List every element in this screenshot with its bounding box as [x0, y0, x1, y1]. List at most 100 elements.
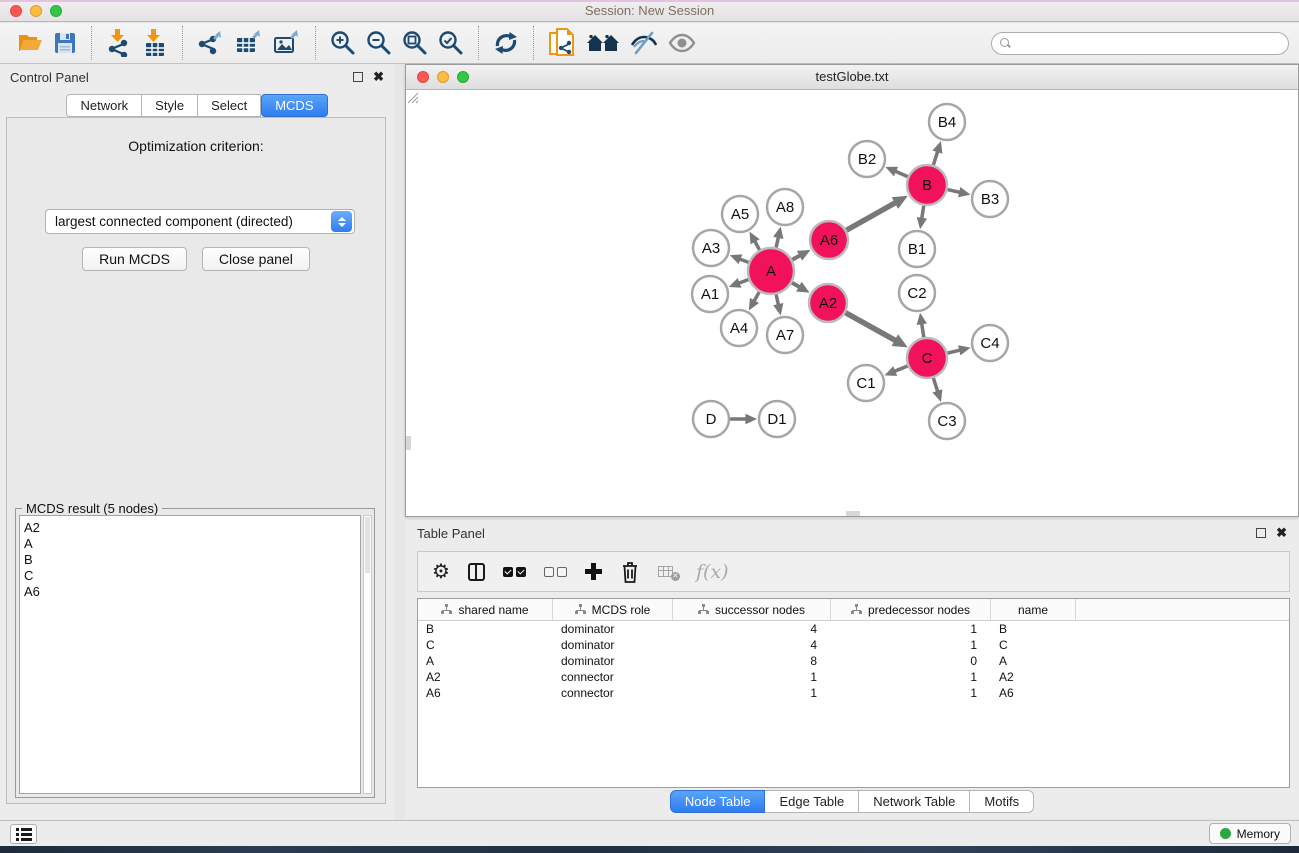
save-session-button[interactable] — [53, 26, 77, 60]
tab-network-table[interactable]: Network Table — [859, 790, 970, 813]
cell-mcds-role[interactable]: connector — [553, 685, 673, 701]
select-all-columns-button[interactable] — [503, 567, 526, 577]
export-image-button[interactable] — [273, 26, 301, 60]
cell-name[interactable]: A2 — [991, 669, 1076, 685]
edge-line[interactable] — [933, 378, 937, 392]
cell-shared-name[interactable]: B — [418, 621, 553, 637]
create-column-button[interactable] — [585, 563, 602, 580]
edge-line[interactable] — [776, 294, 778, 305]
edge-line[interactable] — [739, 279, 749, 283]
edge-line[interactable] — [947, 190, 960, 193]
edge-line[interactable] — [740, 259, 749, 262]
delete-table-button[interactable]: ✕ — [658, 565, 678, 579]
table-row[interactable]: C dominator 4 1 C — [418, 637, 1289, 653]
close-panel-button[interactable]: Close panel — [202, 247, 310, 271]
open-session-button[interactable] — [17, 26, 43, 60]
list-item[interactable]: C — [24, 568, 360, 584]
cell-name[interactable]: A — [991, 653, 1076, 669]
edge-line[interactable] — [894, 366, 907, 371]
network-window-titlebar[interactable]: testGlobe.txt — [406, 65, 1298, 90]
hide-selected-button[interactable] — [630, 26, 658, 60]
cell-mcds-role[interactable]: dominator — [553, 653, 673, 669]
cell-shared-name[interactable]: A — [418, 653, 553, 669]
close-panel-icon[interactable]: ✖ — [373, 72, 384, 82]
cell-successors[interactable]: 4 — [673, 621, 831, 637]
cell-predecessors[interactable]: 1 — [831, 685, 991, 701]
float-table-panel-icon[interactable] — [1256, 528, 1266, 538]
cell-name[interactable]: C — [991, 637, 1076, 653]
tab-node-table[interactable]: Node Table — [670, 790, 766, 813]
list-item[interactable]: A2 — [24, 520, 360, 536]
delete-column-button[interactable] — [620, 560, 640, 584]
first-neighbors-button[interactable] — [586, 26, 620, 60]
edge-line[interactable] — [922, 206, 924, 219]
scrollbar-thumb[interactable] — [365, 517, 370, 573]
cell-shared-name[interactable]: C — [418, 637, 553, 653]
float-panel-icon[interactable] — [353, 72, 363, 82]
table-row[interactable]: A dominator 8 0 A — [418, 653, 1289, 669]
export-network-button[interactable] — [197, 26, 225, 60]
zoom-in-button[interactable] — [330, 26, 356, 60]
column-header[interactable]: successor nodes — [673, 599, 831, 620]
import-table-button[interactable] — [142, 26, 168, 60]
cell-successors[interactable]: 1 — [673, 669, 831, 685]
edge-line[interactable] — [933, 151, 937, 165]
cell-shared-name[interactable]: A6 — [418, 685, 553, 701]
function-builder-button[interactable]: f(x) — [696, 561, 729, 583]
cell-predecessors[interactable]: 1 — [831, 669, 991, 685]
memory-button[interactable]: Memory — [1209, 823, 1291, 844]
mcds-result-list[interactable]: A2 A B C A6 — [19, 515, 361, 794]
cell-predecessors[interactable]: 1 — [831, 637, 991, 653]
optimization-criterion-select[interactable]: largest connected component (directed) — [45, 209, 355, 234]
zoom-out-button[interactable] — [366, 26, 392, 60]
cell-mcds-role[interactable]: dominator — [553, 621, 673, 637]
edge-line[interactable] — [845, 313, 895, 341]
run-mcds-button[interactable]: Run MCDS — [82, 247, 187, 271]
tab-style[interactable]: Style — [142, 94, 198, 117]
edge-line[interactable] — [755, 241, 760, 250]
list-item[interactable]: B — [24, 552, 360, 568]
tab-edge-table[interactable]: Edge Table — [765, 790, 859, 813]
export-table-button[interactable] — [235, 26, 263, 60]
network-canvas[interactable]: AA1A2A3A4A5A6A7A8BB1B2B3B4CC1C2C3C4DD1 — [406, 91, 1298, 516]
edge-line[interactable] — [792, 283, 800, 287]
table-row[interactable]: B dominator 4 1 B — [418, 621, 1289, 637]
import-network-button[interactable] — [106, 26, 132, 60]
close-table-panel-icon[interactable]: ✖ — [1276, 528, 1287, 538]
apply-layout-button[interactable] — [493, 26, 519, 60]
edge-line[interactable] — [846, 203, 895, 231]
cell-mcds-role[interactable]: dominator — [553, 637, 673, 653]
clone-network-button[interactable] — [548, 26, 576, 60]
cell-successors[interactable]: 8 — [673, 653, 831, 669]
edge-line[interactable] — [792, 255, 800, 259]
tab-network[interactable]: Network — [66, 94, 142, 117]
horizontal-scroll-thumb[interactable] — [846, 511, 860, 516]
show-all-button[interactable] — [668, 26, 696, 60]
column-header[interactable]: shared name — [418, 599, 553, 620]
cell-successors[interactable]: 4 — [673, 637, 831, 653]
cell-name[interactable]: B — [991, 621, 1076, 637]
cell-successors[interactable]: 1 — [673, 685, 831, 701]
result-list-scrollbar[interactable] — [363, 515, 372, 794]
table-row[interactable]: A6 connector 1 1 A6 — [418, 685, 1289, 701]
task-history-button[interactable] — [10, 824, 37, 844]
list-item[interactable]: A — [24, 536, 360, 552]
resize-grip[interactable] — [406, 91, 419, 104]
vertical-scroll-thumb[interactable] — [406, 436, 411, 450]
edge-line[interactable] — [947, 350, 960, 353]
column-header[interactable]: name — [991, 599, 1076, 620]
edge-line[interactable] — [754, 292, 759, 301]
cell-name[interactable]: A6 — [991, 685, 1076, 701]
tab-motifs[interactable]: Motifs — [970, 790, 1034, 813]
zoom-selected-button[interactable] — [438, 26, 464, 60]
column-header[interactable]: predecessor nodes — [831, 599, 991, 620]
show-columns-button[interactable] — [468, 563, 485, 581]
edge-line[interactable] — [776, 237, 778, 248]
cell-predecessors[interactable]: 1 — [831, 621, 991, 637]
table-row[interactable]: A2 connector 1 1 A2 — [418, 669, 1289, 685]
cell-shared-name[interactable]: A2 — [418, 669, 553, 685]
cell-predecessors[interactable]: 0 — [831, 653, 991, 669]
column-header[interactable]: MCDS role — [553, 599, 673, 620]
unselect-all-columns-button[interactable] — [544, 567, 567, 577]
tab-select[interactable]: Select — [198, 94, 261, 117]
